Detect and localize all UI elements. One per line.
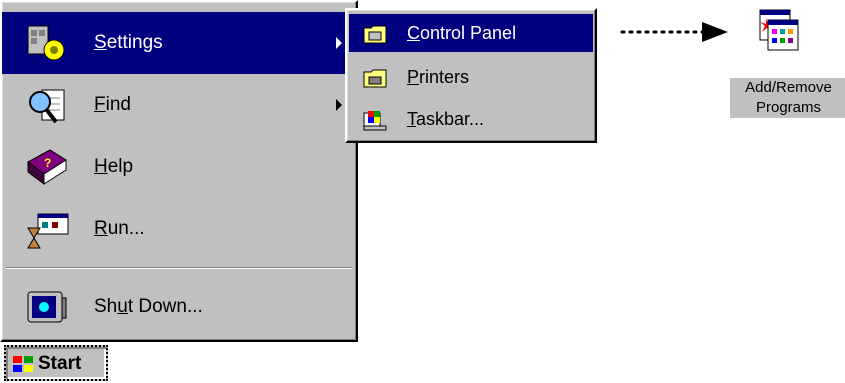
start-button[interactable]: Start (4, 345, 108, 381)
submenu-item-taskbar[interactable]: Taskbar... (349, 100, 593, 138)
taskbar-icon (363, 111, 387, 131)
start-button-label: Start (38, 353, 82, 374)
menu-item-run[interactable]: Run... (2, 198, 354, 260)
dotted-arrow-icon (620, 22, 728, 42)
start-menu: Settings Find ? Help Run... Shut Down... (0, 0, 358, 342)
menu-item-shut-down[interactable]: Shut Down... (2, 276, 354, 338)
submenu-arrow-icon (336, 99, 342, 111)
menu-item-settings[interactable]: Settings (2, 12, 354, 74)
printers-folder-icon (363, 69, 387, 88)
submenu-arrow-icon (336, 37, 342, 49)
menu-divider (6, 267, 352, 269)
add-remove-programs-label[interactable]: Add/Remove Programs (730, 78, 845, 118)
windows-logo-icon (13, 356, 33, 372)
shut-down-monitor-icon (27, 291, 67, 323)
run-icon (27, 213, 69, 249)
submenu-item-printers[interactable]: Printers (349, 58, 593, 96)
settings-icon (27, 25, 65, 61)
svg-text:?: ? (44, 156, 51, 170)
control-panel-folder-icon (363, 25, 387, 44)
submenu-item-control-panel[interactable]: Control Panel (349, 14, 593, 52)
settings-submenu: Control Panel Printers Taskbar... (345, 8, 597, 143)
help-book-icon: ? (27, 149, 67, 185)
menu-item-find[interactable]: Find (2, 74, 354, 136)
menu-item-help[interactable]: ? Help (2, 136, 354, 198)
find-icon (29, 89, 65, 124)
add-remove-programs-icon[interactable] (758, 8, 800, 52)
